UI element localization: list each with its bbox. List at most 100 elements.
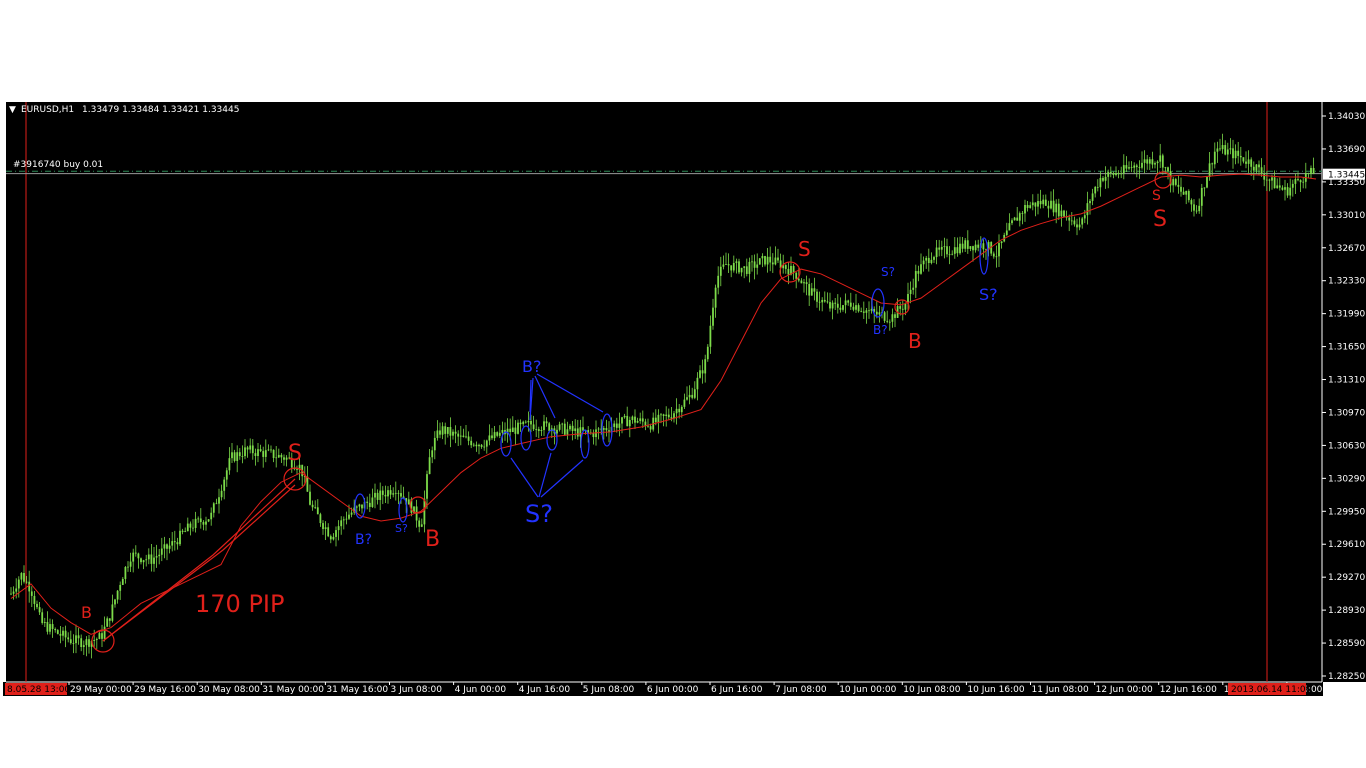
candle-body [267,449,270,451]
candle-body [527,420,530,423]
candle-body [961,243,964,249]
candle-body [1198,205,1201,212]
candle-body [197,518,200,520]
candle-body [433,437,436,451]
candle-body [355,506,358,508]
candle-body [930,259,933,264]
candle-body [849,302,852,307]
candle-body [680,406,683,413]
candle-body [693,389,696,398]
candle-body [969,246,972,249]
chart-svg[interactable]: 1.340301.336901.333501.330101.326701.323… [3,100,1366,698]
candle-body [953,247,956,254]
candle-body [995,256,998,258]
candle-body [696,377,699,390]
candle-body [1213,151,1216,165]
candle-body [730,265,733,271]
candle-body [894,314,896,318]
price-tick-label: 1.28250 [1328,672,1365,682]
candle-body [634,416,636,423]
candle-body [537,429,540,432]
candle-body [743,266,746,268]
candle-body [28,581,31,592]
annotation-blue-4: S? [395,522,408,535]
candle-body [1120,173,1123,175]
price-tick-label: 1.29610 [1328,540,1365,550]
candle-body [17,579,20,589]
price-tick-label: 1.30970 [1328,408,1365,418]
candle-body [231,452,233,459]
candle-body [1039,201,1042,205]
candle-body [636,420,639,423]
candle-body [808,284,811,296]
candle-body [332,536,335,540]
candle-body [496,432,499,436]
candle-body [67,637,70,640]
candle-body [1299,180,1302,183]
candle-body [121,578,124,585]
candle-body [485,440,488,447]
candle-body [472,444,475,446]
candle-body [855,305,857,310]
candle-body [901,308,904,310]
annotation-red-5: 170 PIP [195,590,284,618]
candle-body [1211,163,1214,165]
candle-body [1182,191,1185,195]
candle-body [262,451,265,457]
candle-body [940,246,943,250]
candle-body [257,449,259,456]
candle-body [1250,159,1253,167]
candle-body [1029,205,1032,208]
candle-body [1037,201,1039,207]
candle-body [868,310,870,312]
candle-body [1310,168,1312,174]
candle-body [475,444,478,447]
candle-body [1109,172,1112,174]
candle-body [371,497,374,507]
candle-body [51,624,54,630]
candle-body [800,280,803,284]
candle-body [236,452,239,461]
time-tick-label: 10 Jun 16:00 [967,685,1024,695]
candle-body [959,243,961,254]
candle-body [1000,241,1003,244]
candle-body [166,544,168,549]
candle-body [605,428,608,431]
candle-body [272,449,275,458]
candle-body [951,253,954,255]
candle-body [1130,167,1133,168]
candle-body [119,584,122,591]
candle-body [1281,187,1284,190]
candle-body [842,305,844,310]
candle-body [59,633,62,636]
candle-body [771,262,774,265]
candle-body [480,444,483,447]
candle-body [1260,167,1263,174]
candle-body [488,435,491,441]
candle-body [922,260,925,265]
candle-body [1128,167,1130,169]
annotation-red-4: B [425,527,440,552]
candle-body [823,299,826,302]
candle-body [428,457,431,475]
candle-body [394,492,397,494]
candle-body [511,427,514,433]
collapse-triangle-icon[interactable]: ▼ [9,105,16,115]
candle-body [732,262,735,271]
candle-body [852,306,855,310]
candle-body [225,470,228,480]
annotation-blue-1: B? [522,357,541,376]
candle-body [1047,205,1050,209]
annotation-red-3: B [81,603,92,622]
candle-body [1273,177,1276,189]
candle-body [1112,173,1115,175]
candle-body [95,638,98,640]
candle-body [145,559,148,561]
candle-body [1294,179,1297,184]
candle-body [774,257,777,265]
candle-body [891,314,894,322]
candle-body [1291,183,1294,188]
candle-body [327,527,330,537]
candle-body [1258,164,1260,168]
candle-body [179,530,181,545]
